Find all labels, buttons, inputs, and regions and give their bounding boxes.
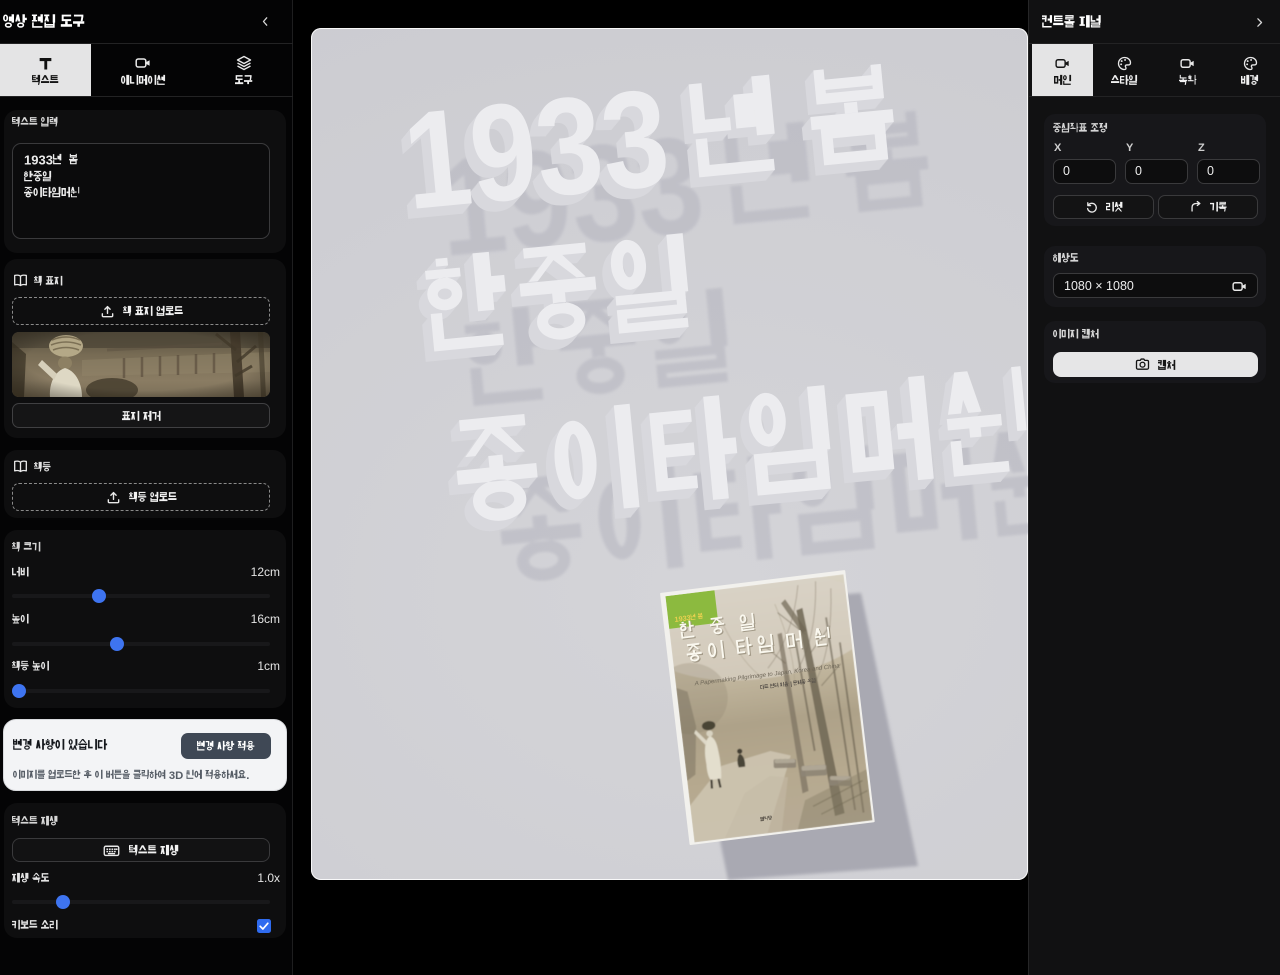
svg-text:3D: 3D [169,770,183,782]
svg-text:.: . [246,770,249,782]
svg-text:1933: 1933 [24,152,53,167]
